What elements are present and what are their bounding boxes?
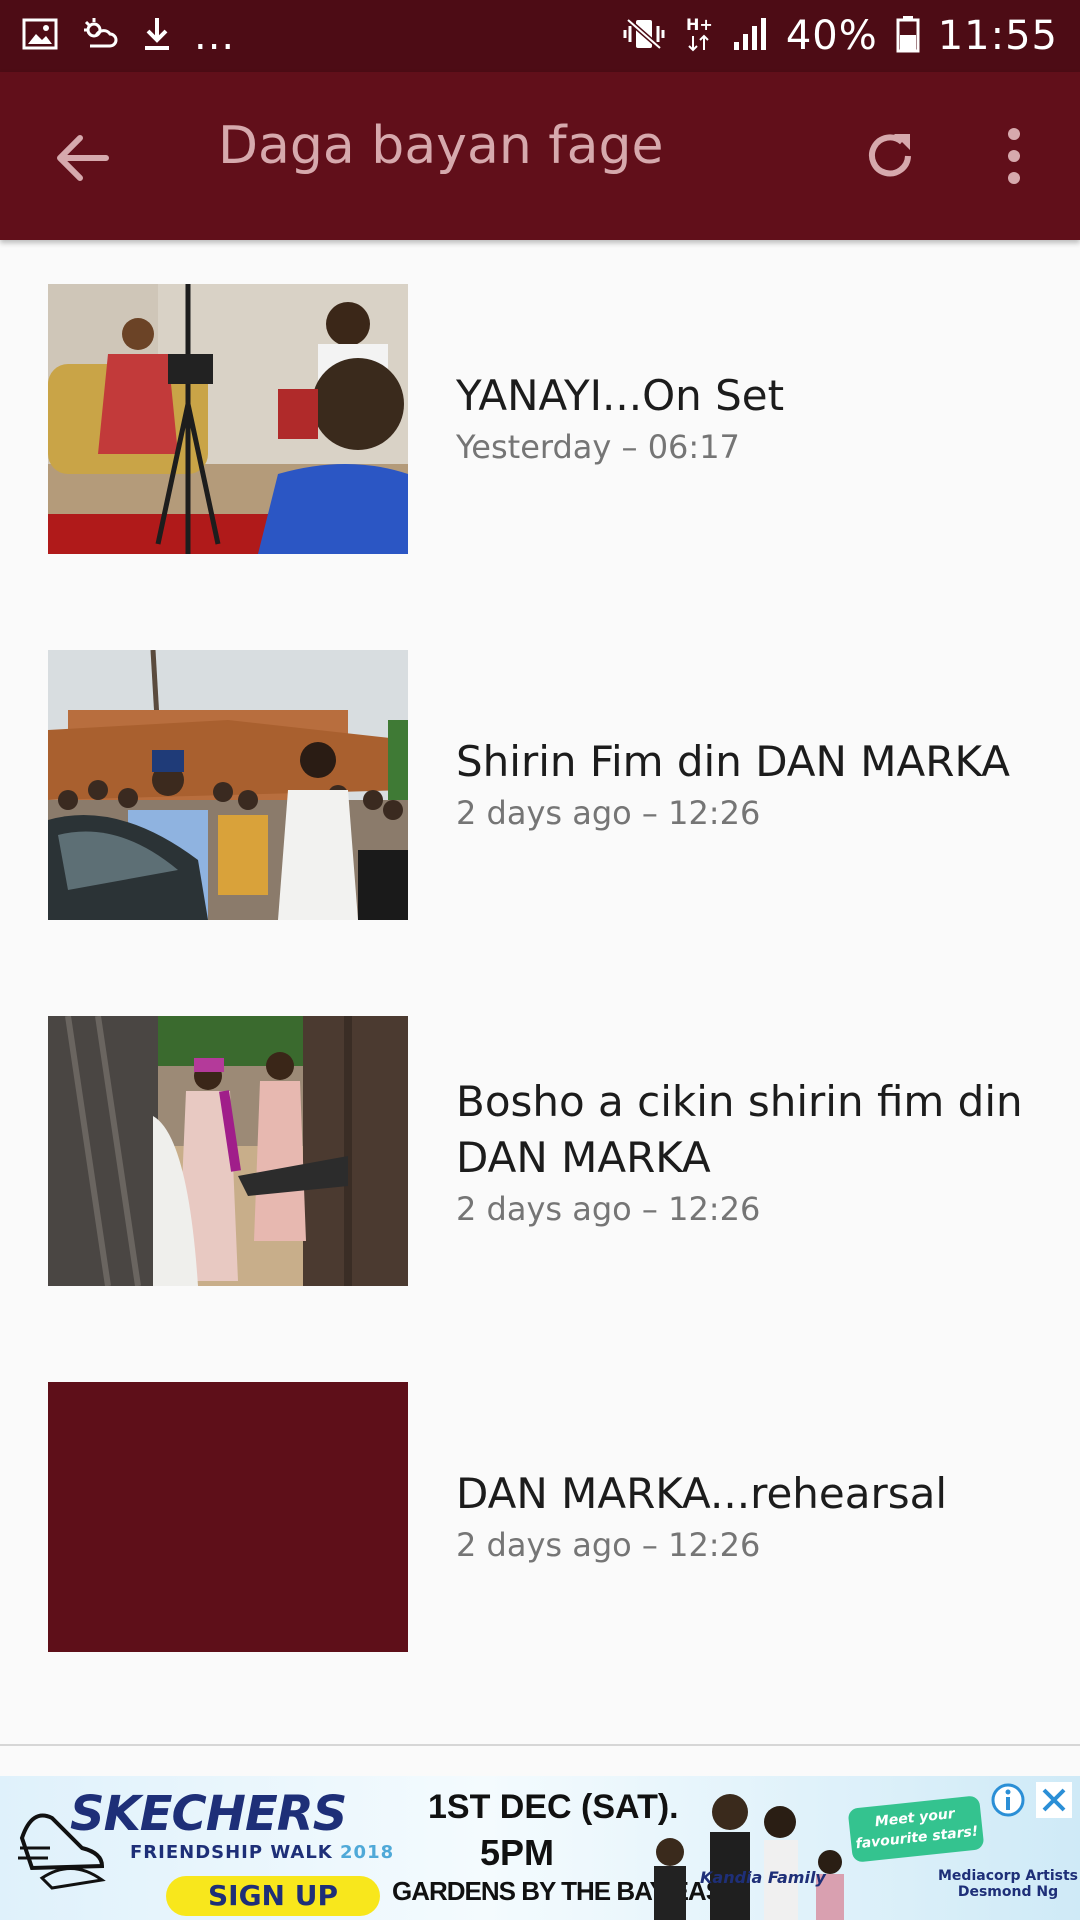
status-right: H+ 40% 11:55: [622, 13, 1058, 59]
image-icon: [22, 16, 58, 56]
video-date: 2 days ago – 12:26: [456, 1526, 761, 1564]
video-title: YANAYI...On Set: [456, 371, 785, 420]
ad-time: 5PM: [480, 1832, 555, 1873]
ad-bubble: Meet your favourite stars!: [847, 1795, 985, 1863]
item-text: YANAYI...On Set Yesterday – 06:17: [456, 368, 1036, 466]
ad-banner[interactable]: SKECHERS FRIENDSHIP WALK 2018 SIGN UP NO…: [0, 1776, 1080, 1920]
weather-icon: [80, 16, 120, 56]
list-item[interactable]: YANAYI...On Set Yesterday – 06:17: [0, 284, 1080, 554]
item-text: Shirin Fim din DAN MARKA 2 days ago – 12…: [456, 734, 1036, 832]
status-overflow: ...: [194, 13, 236, 59]
more-vert-icon[interactable]: [990, 124, 1038, 188]
close-icon[interactable]: [1036, 1782, 1072, 1818]
clock: 11:55: [937, 13, 1058, 59]
ad-signup-button[interactable]: SIGN UP NOW!: [166, 1876, 380, 1920]
list-item[interactable]: Bosho a cikin shirin fim din DAN MARKA 2…: [0, 1016, 1080, 1286]
ad-event: FRIENDSHIP WALK 2018: [130, 1842, 394, 1863]
video-date: Yesterday – 06:17: [456, 428, 740, 466]
vibrate-icon: [622, 16, 666, 56]
ad-artists-line2: Desmond Ng: [957, 1884, 1059, 1900]
item-text: DAN MARKA...rehearsal 2 days ago – 12:26: [456, 1466, 1036, 1564]
status-bar: ... H+ 40% 11:55: [0, 0, 1080, 72]
video-date: 2 days ago – 12:26: [456, 794, 761, 832]
signal-icon: [732, 16, 768, 56]
info-icon[interactable]: [990, 1782, 1026, 1818]
ad-family: Kandia Family: [700, 1868, 826, 1887]
page-title: Daga bayan fage: [218, 116, 664, 176]
video-thumbnail[interactable]: [48, 1382, 408, 1652]
list-item[interactable]: DAN MARKA...rehearsal 2 days ago – 12:26: [0, 1382, 1080, 1652]
battery-percent: 40%: [785, 13, 878, 59]
refresh-icon[interactable]: [858, 124, 922, 188]
ad-artists-line1: Mediacorp Artists: [938, 1868, 1078, 1884]
app-bar: Daga bayan fage: [0, 72, 1080, 240]
video-thumbnail[interactable]: [48, 1016, 408, 1286]
video-title: Shirin Fim din DAN MARKA: [456, 737, 1010, 786]
divider: [0, 1744, 1080, 1746]
svg-text:H+: H+: [686, 15, 713, 34]
ad-event-year: 2018: [340, 1842, 395, 1863]
video-thumbnail[interactable]: [48, 284, 408, 554]
download-icon: [142, 16, 172, 56]
video-title: DAN MARKA...rehearsal: [456, 1469, 948, 1518]
status-left: ...: [22, 13, 235, 59]
item-text: Bosho a cikin shirin fim din DAN MARKA 2…: [456, 1074, 1036, 1228]
ad-artists: Mediacorp Artists Desmond Ng: [938, 1868, 1078, 1900]
ad-people-image: [640, 1782, 860, 1920]
list-item[interactable]: Shirin Fim din DAN MARKA 2 days ago – 12…: [0, 650, 1080, 920]
ad-event-name: FRIENDSHIP WALK: [130, 1842, 333, 1863]
back-arrow-icon[interactable]: [52, 128, 112, 188]
network-type-icon: H+: [684, 14, 714, 58]
ad-brand: SKECHERS: [70, 1786, 347, 1842]
video-date: 2 days ago – 12:26: [456, 1190, 761, 1228]
battery-icon: [896, 15, 920, 57]
video-thumbnail[interactable]: [48, 650, 408, 920]
video-title: Bosho a cikin shirin fim din DAN MARKA: [456, 1077, 1023, 1182]
